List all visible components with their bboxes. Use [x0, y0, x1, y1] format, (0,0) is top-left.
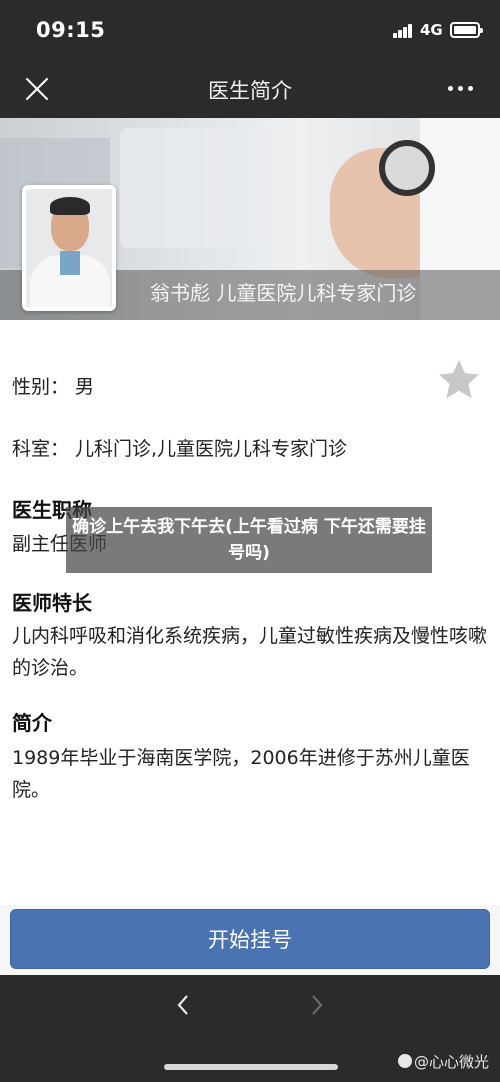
nav-bar: 医生简介	[0, 60, 500, 118]
page-title: 医生简介	[208, 79, 292, 103]
intro-heading: 简介	[12, 711, 52, 735]
department-row: 科室： 儿科门诊,儿童医院儿科专家门诊	[12, 434, 347, 461]
star-icon[interactable]	[436, 357, 482, 403]
gender-row: 性别：男	[12, 372, 94, 399]
specialty-value: 儿内科呼吸和消化系统疾病，儿童过敏性疾病及慢性咳嗽的诊治。	[12, 625, 488, 679]
button-area: 开始挂号	[0, 905, 500, 975]
intro-value: 1989年毕业于海南医学院，2006年进修于苏州儿童医院。	[12, 747, 470, 801]
register-button[interactable]: 开始挂号	[10, 909, 490, 969]
credit-label: @心心微光	[398, 1051, 489, 1072]
forward-icon[interactable]	[304, 993, 328, 1017]
back-icon[interactable]	[172, 993, 196, 1017]
credit-text: @心心微光	[414, 1053, 490, 1071]
department-label: 科室：	[12, 438, 70, 460]
status-bar: 09:15 4G	[0, 0, 500, 60]
signal-icon	[393, 24, 415, 38]
gender-label: 性别：	[12, 376, 70, 398]
battery-icon	[450, 22, 483, 38]
caption-overlay: 确诊上午去我下午去(上午看过病 下午还需要挂号吗)	[66, 507, 432, 573]
specialty-heading: 医师特长	[12, 591, 92, 615]
home-indicator[interactable]	[164, 1064, 338, 1070]
department-value: 儿科门诊,儿童医院儿科专家门诊	[75, 438, 348, 460]
stethoscope-icon	[379, 140, 435, 196]
doctor-name-caption: 翁书彪 儿童医院儿科专家门诊	[150, 281, 417, 305]
status-time: 09:15	[36, 18, 106, 42]
network-type: 4G	[420, 21, 443, 39]
paw-icon	[398, 1054, 412, 1068]
doctor-avatar	[22, 185, 116, 311]
more-icon[interactable]	[448, 86, 476, 92]
gender-value: 男	[75, 376, 95, 398]
